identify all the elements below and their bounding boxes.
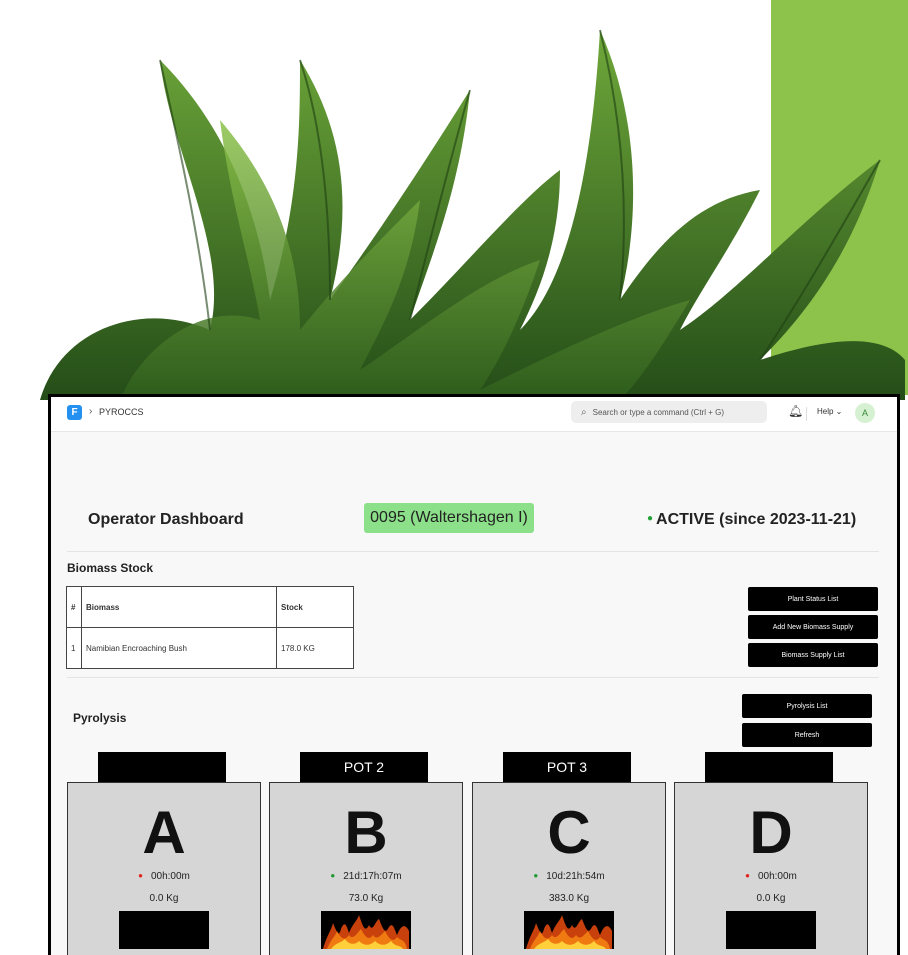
plant-badge: 0095 (Waltershagen I) [364, 503, 534, 533]
cell-biomass: Namibian Encroaching Bush [81, 627, 277, 669]
notification-bell-icon[interactable]: 🔔︎ [788, 404, 803, 418]
navbar: F › PYROCCS ⌕ 🔔︎ Help ⌄ A [51, 397, 897, 432]
status-text: ACTIVE (since 2023-11-21) [656, 511, 857, 528]
refresh-button[interactable]: Refresh [742, 723, 872, 747]
biomass-supply-list-button[interactable]: Biomass Supply List [748, 643, 878, 667]
chevron-right-icon: › [89, 406, 93, 417]
biomass-stock-table: # Biomass Stock 1 Namibian Encroaching B… [66, 586, 354, 669]
pot-idle-indicator [119, 911, 209, 949]
avatar[interactable]: A [855, 403, 875, 423]
pot-timer: ● 21d:17h:07m [270, 871, 462, 882]
pot-timer-value: 21d:17h:07m [343, 871, 402, 882]
pot-letter: C [547, 799, 591, 866]
fire-animation-icon [321, 911, 411, 949]
pot-timer-value: 00h:00m [150, 871, 190, 882]
col-header-num: # [66, 586, 82, 628]
idle-status-dot-icon: ● [745, 871, 750, 880]
pot-timer: ● 00h:00m [68, 871, 260, 882]
pot-weight: 0.0 Kg [149, 893, 179, 904]
search-icon: ⌕ [581, 406, 587, 418]
help-dropdown[interactable]: Help ⌄ [817, 407, 842, 416]
pot-tab [705, 752, 833, 782]
pot-timer: ● 10d:21h:54m [473, 871, 665, 882]
pyrolysis-section-title: Pyrolysis [73, 711, 127, 725]
table-header-row: # Biomass Stock [66, 586, 354, 628]
pot-body: B ● 21d:17h:07m 73.0 Kg [269, 782, 463, 955]
breadcrumb[interactable]: PYROCCS [99, 407, 144, 417]
cell-stock: 178.0 KG [276, 627, 354, 669]
pot-tab: POT 2 [300, 752, 428, 782]
pot-body: A ● 00h:00m 0.0 Kg [67, 782, 261, 955]
status-dot-icon: ● [647, 513, 654, 524]
divider [67, 551, 879, 552]
pot-tab: POT 3 [503, 752, 631, 782]
pot-letter: D [749, 799, 793, 866]
pot-idle-indicator [726, 911, 816, 949]
pot-weight: 383.0 Kg [548, 893, 590, 904]
active-status-dot-icon: ● [330, 871, 336, 880]
pot-letter: A [142, 799, 186, 866]
cell-num: 1 [66, 627, 82, 669]
pot-tab [98, 752, 226, 782]
pot-weight: 73.0 Kg [348, 893, 384, 904]
biomass-section-title: Biomass Stock [67, 561, 154, 575]
table-row: 1 Namibian Encroaching Bush 178.0 KG [66, 627, 354, 669]
nav-divider [806, 407, 807, 421]
add-new-biomass-supply-button[interactable]: Add New Biomass Supply [748, 615, 878, 639]
fern-foliage-image [40, 29, 905, 400]
plant-status-list-button[interactable]: Plant Status List [748, 587, 878, 611]
page-title: Operator Dashboard [88, 511, 244, 528]
pot-timer: ● 00h:00m [675, 871, 867, 882]
col-header-biomass: Biomass [81, 586, 277, 628]
pot-timer-value: 10d:21h:54m [546, 871, 605, 882]
pot-timer-value: 00h:00m [757, 871, 797, 882]
pot-weight: 0.0 Kg [756, 893, 786, 904]
pot-letter: B [344, 799, 388, 866]
search-bar[interactable]: ⌕ [571, 401, 767, 423]
pyrolysis-list-button[interactable]: Pyrolysis List [742, 694, 872, 718]
dashboard-header: Operator Dashboard 0095 (Waltershagen I)… [51, 497, 897, 545]
active-status-dot-icon: ● [533, 871, 539, 880]
idle-status-dot-icon: ● [138, 871, 143, 880]
divider [67, 677, 879, 678]
app-logo-icon[interactable]: F [67, 405, 82, 420]
col-header-stock: Stock [276, 586, 354, 628]
plant-status: ● ACTIVE (since 2023-11-21) [647, 511, 856, 529]
app-window: F › PYROCCS ⌕ 🔔︎ Help ⌄ A Operator Dashb… [48, 394, 900, 955]
fire-animation-icon [524, 911, 614, 949]
pot-body: C ● 10d:21h:54m 383.0 Kg [472, 782, 666, 955]
search-input[interactable] [590, 406, 765, 418]
pot-body: D ● 00h:00m 0.0 Kg [674, 782, 868, 955]
